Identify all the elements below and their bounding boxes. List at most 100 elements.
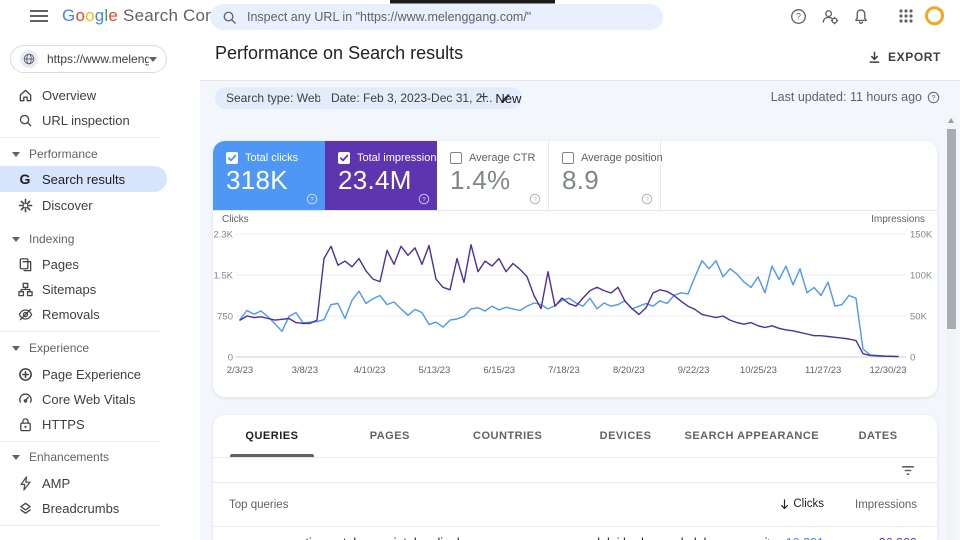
tab-dates[interactable]: DATES	[819, 415, 937, 457]
svg-text:50K: 50K	[910, 312, 928, 323]
apps-grid-icon[interactable]	[898, 8, 915, 25]
svg-text:150K: 150K	[910, 230, 933, 241]
checkbox-icon[interactable]	[338, 152, 350, 164]
scrollbar-thumb[interactable]	[947, 129, 956, 329]
collapse-caret-icon	[12, 345, 20, 351]
tab-search-appearance[interactable]: SEARCH APPEARANCE	[685, 415, 820, 457]
gauge-icon	[17, 391, 33, 407]
metric-total-clicks[interactable]: Total clicks 318K ?	[213, 141, 325, 210]
collapse-caret-icon	[12, 454, 20, 460]
metric-average-position[interactable]: Average position 8.9 ?	[549, 141, 663, 210]
sidebar-section-performance[interactable]: Performance	[0, 143, 167, 165]
metric-average-ctr[interactable]: Average CTR 1.4% ?	[437, 141, 549, 210]
account-avatar[interactable]	[925, 6, 945, 26]
sidebar-item-removals[interactable]: Removals	[0, 301, 167, 327]
search-input[interactable]	[247, 10, 651, 24]
svg-text:?: ?	[310, 196, 314, 203]
svg-text:11/27/23: 11/27/23	[805, 365, 841, 376]
vertical-scrollbar[interactable]	[947, 116, 956, 540]
column-clicks-sorted[interactable]: Clicks	[780, 498, 824, 510]
help-circle-icon[interactable]: ?	[529, 193, 541, 205]
svg-text:4/10/23: 4/10/23	[354, 365, 386, 376]
sidebar-item-discover[interactable]: Discover	[0, 192, 167, 218]
sidebar-section-indexing[interactable]: Indexing	[0, 228, 167, 250]
scrollbar-up-arrow-icon[interactable]	[948, 118, 954, 123]
svg-text:5/13/23: 5/13/23	[419, 365, 451, 376]
sidebar-item-https[interactable]: HTTPS	[0, 411, 167, 437]
page-title: Performance on Search results	[215, 43, 464, 63]
svg-text:?: ?	[422, 196, 426, 203]
sidebar-item-pages[interactable]: Pages	[0, 251, 167, 277]
search-icon	[222, 10, 237, 25]
help-circle-icon[interactable]: ?	[306, 193, 318, 205]
sidebar-section-experience[interactable]: Experience	[0, 337, 167, 359]
collapse-caret-icon	[12, 236, 20, 242]
svg-text:?: ?	[645, 196, 649, 203]
new-filter-button[interactable]: + New	[479, 87, 521, 109]
notifications-bell-icon[interactable]	[853, 8, 870, 25]
tab-pages[interactable]: PAGES	[331, 415, 449, 457]
svg-text:0: 0	[910, 353, 915, 364]
sidebar-item-overview[interactable]: Overview	[0, 82, 167, 108]
svg-text:100K: 100K	[910, 271, 933, 282]
sidebar: https://www.meleng... Overview URL inspe…	[0, 32, 200, 540]
help-circle-icon[interactable]: ?	[418, 193, 430, 205]
plus-icon: +	[479, 89, 489, 106]
svg-text:9/22/23: 9/22/23	[678, 365, 710, 376]
svg-text:10/25/23: 10/25/23	[740, 365, 777, 376]
svg-text:6/15/23: 6/15/23	[483, 365, 515, 376]
column-impressions[interactable]: Impressions	[855, 499, 917, 511]
sitemap-icon	[17, 281, 33, 297]
column-top-queries[interactable]: Top queries	[229, 499, 288, 511]
sidebar-item-amp[interactable]: AMP	[0, 470, 167, 496]
svg-text:?: ?	[796, 12, 801, 22]
tiles-spacer	[661, 141, 937, 210]
svg-text:1.5K: 1.5K	[213, 271, 233, 282]
impressions-value: 26,000	[879, 536, 917, 540]
sidebar-divider	[0, 331, 160, 332]
svg-text:12/30/23: 12/30/23	[870, 365, 907, 376]
sidebar-item-page-experience[interactable]: Page Experience	[0, 361, 167, 387]
svg-text:?: ?	[932, 95, 936, 102]
query-text: mengapa penting untuk menciptakan lingku…	[229, 536, 769, 540]
checkbox-icon[interactable]	[226, 152, 238, 164]
tab-countries[interactable]: COUNTRIES	[449, 415, 567, 457]
menu-icon[interactable]	[30, 10, 48, 22]
window-artifact-bar	[390, 0, 555, 4]
svg-text:3/8/23: 3/8/23	[292, 365, 318, 376]
tab-queries[interactable]: QUERIES	[213, 415, 331, 457]
table-row[interactable]: mengapa penting untuk menciptakan lingku…	[213, 527, 937, 540]
svg-text:2/3/23: 2/3/23	[227, 365, 253, 376]
tab-devices[interactable]: DEVICES	[567, 415, 685, 457]
help-circle-icon[interactable]: ?	[641, 193, 653, 205]
performance-line-chart[interactable]: Clicks Impressions 2.3K 1.5K 750 0 150K 100K 50K…	[213, 211, 937, 397]
help-icon[interactable]: ?	[790, 8, 807, 25]
sidebar-item-core-web-vitals[interactable]: Core Web Vitals	[0, 386, 167, 412]
globe-icon	[20, 50, 38, 68]
export-button[interactable]: EXPORT	[868, 50, 941, 64]
manage-users-icon[interactable]	[821, 8, 839, 25]
last-updated-status: Last updated: 11 hours ago ?	[771, 90, 940, 104]
metric-total-impressions[interactable]: Total impressions 23.4M ?	[325, 141, 442, 210]
sidebar-item-breadcrumbs[interactable]: Breadcrumbs	[0, 495, 167, 521]
help-circle-icon[interactable]: ?	[927, 91, 940, 104]
sidebar-item-sitemaps[interactable]: Sitemaps	[0, 276, 167, 302]
checkbox-icon[interactable]	[450, 152, 462, 164]
sidebar-item-url-inspection[interactable]: URL inspection	[0, 107, 167, 133]
url-inspect-searchbar[interactable]	[210, 4, 663, 30]
sidebar-divider	[0, 441, 160, 442]
eye-off-icon	[17, 306, 33, 322]
sidebar-divider	[0, 525, 160, 526]
filter-list-icon[interactable]	[901, 465, 915, 476]
svg-text:Impressions: Impressions	[871, 214, 925, 225]
home-icon	[17, 87, 33, 103]
sidebar-section-enhancements[interactable]: Enhancements	[0, 446, 167, 468]
google-logo-text: Google	[62, 6, 119, 25]
sidebar-item-search-results[interactable]: G Search results	[0, 166, 167, 192]
checkbox-icon[interactable]	[562, 152, 574, 164]
lightning-bolt-icon	[17, 475, 33, 491]
metric-tiles: Total clicks 318K ? Total impressions 23…	[213, 141, 937, 211]
table-header-row: Top queries Clicks Impressions	[213, 483, 937, 527]
chevron-down-icon	[149, 56, 157, 62]
property-selector[interactable]: https://www.meleng...	[10, 45, 167, 73]
